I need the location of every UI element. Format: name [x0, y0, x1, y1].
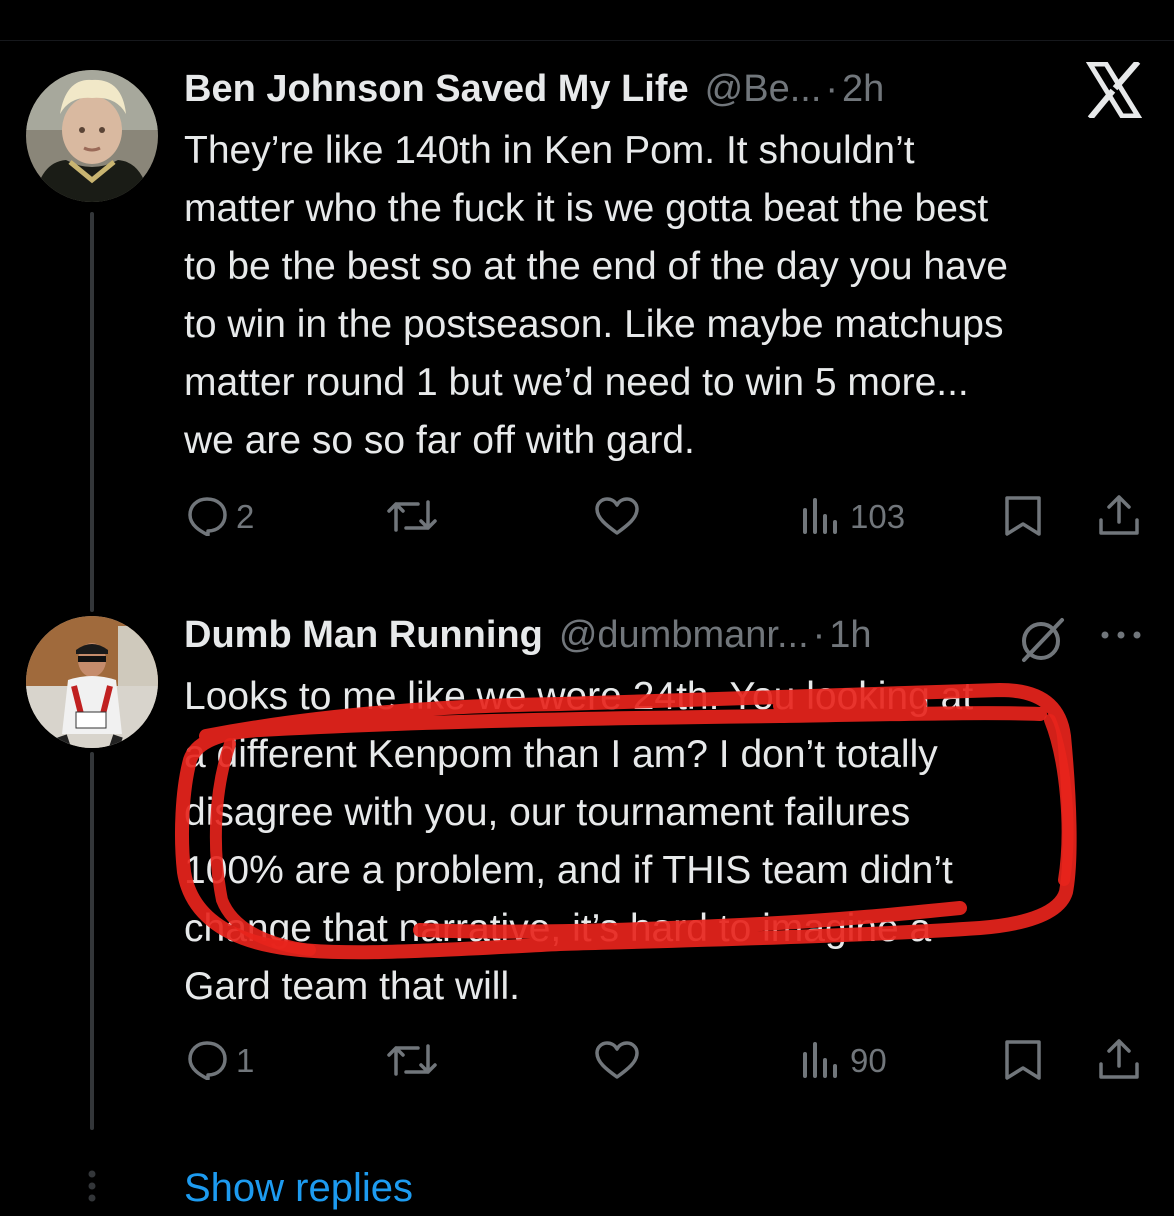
tweet-text-line: Looks to me like we were 24th. You looki… — [184, 675, 974, 718]
reply-count: 1 — [236, 1041, 255, 1079]
retweet-icon — [387, 1044, 437, 1076]
views-button[interactable]: 90 — [800, 1040, 887, 1080]
x-logo-icon[interactable] — [1086, 62, 1142, 118]
bookmark-button[interactable] — [1002, 494, 1044, 538]
tweet-text-line: matter round 1 but we’d need to win 5 mo… — [184, 361, 969, 404]
avatar[interactable] — [26, 616, 158, 748]
tweet-text-line: to be the best so at the end of the day … — [184, 245, 1008, 288]
tweet-text-line: disagree with you, our tournament failur… — [184, 791, 911, 834]
retweet-icon — [387, 500, 437, 532]
display-name[interactable]: Dumb Man Running — [184, 610, 543, 660]
tweet-text-line: change that narrative, it’s hard to imag… — [184, 907, 932, 950]
tweet-text-line: Gard team that will. — [184, 965, 520, 1008]
timestamp[interactable]: 1h — [829, 610, 871, 660]
separator-dot: · — [825, 68, 839, 110]
share-button[interactable] — [1096, 492, 1142, 538]
share-button[interactable] — [1096, 1036, 1142, 1082]
user-handle[interactable]: @dumbmanr... — [559, 610, 809, 660]
bookmark-icon — [1005, 496, 1041, 536]
thread-connector-line — [90, 752, 94, 1130]
reply-count: 2 — [236, 497, 255, 535]
tweet-text-line: we are so so far off with gard. — [184, 419, 695, 462]
views-button[interactable]: 103 — [800, 496, 905, 536]
thread-more-dots-icon — [88, 1170, 96, 1202]
tweet-text-line: 100% are a problem, and if THIS team did… — [184, 849, 953, 892]
bookmark-button[interactable] — [1002, 1038, 1044, 1082]
more-dots-icon[interactable] — [1098, 620, 1144, 650]
top-divider — [0, 0, 1174, 41]
share-icon — [1099, 1039, 1139, 1079]
tweet-text: They’re like 140th in Ken Pom. It should… — [184, 122, 1144, 470]
retweet-button[interactable] — [386, 496, 438, 536]
reply-button[interactable]: 1 — [186, 1040, 254, 1080]
tweet-text-line: matter who the fuck it is we gotta beat … — [184, 187, 989, 230]
like-button[interactable] — [594, 496, 640, 536]
display-name[interactable]: Ben Johnson Saved My Life — [184, 64, 689, 114]
views-icon — [803, 1042, 837, 1078]
view-count: 103 — [850, 497, 906, 535]
show-replies-link[interactable]: Show replies — [184, 1160, 413, 1216]
tweet-text-line: They’re like 140th in Ken Pom. It should… — [184, 129, 915, 172]
separator-dot: · — [812, 614, 826, 656]
heart-icon — [595, 1041, 639, 1079]
views-icon — [803, 498, 837, 534]
tweet-header: Ben Johnson Saved My Life @Be... · 2h — [184, 64, 884, 114]
avatar[interactable] — [26, 70, 158, 202]
reply-icon — [188, 1041, 227, 1080]
reply-icon — [188, 497, 227, 536]
thread-connector-line — [90, 212, 94, 612]
reply-button[interactable]: 2 — [186, 496, 254, 536]
timestamp[interactable]: 2h — [842, 64, 884, 114]
tweet-text-line: a different Kenpom than I am? I don’t to… — [184, 733, 938, 776]
share-icon — [1099, 495, 1139, 535]
tweet-text: Looks to me like we were 24th. You looki… — [184, 668, 1144, 1016]
grok-icon[interactable] — [1016, 612, 1070, 666]
tweet-header: Dumb Man Running @dumbmanr... · 1h — [184, 610, 872, 660]
heart-icon — [595, 497, 639, 535]
tweet-text-line: to win in the postseason. Like maybe mat… — [184, 303, 1004, 346]
user-handle[interactable]: @Be... — [705, 64, 822, 114]
view-count: 90 — [850, 1041, 887, 1079]
bookmark-icon — [1005, 1040, 1041, 1080]
like-button[interactable] — [594, 1040, 640, 1080]
retweet-button[interactable] — [386, 1040, 438, 1080]
